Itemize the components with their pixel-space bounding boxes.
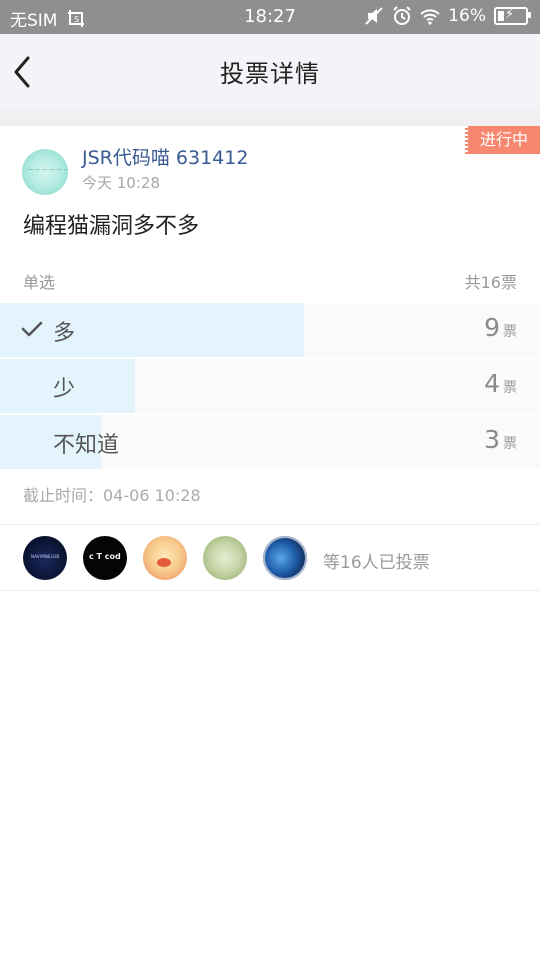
status-bar-right: 16% ⚡ [364,6,531,26]
option-label: 多 [53,321,76,346]
voter-avatar[interactable] [203,536,247,580]
avatar-art: ~~~~~~ [27,165,68,174]
author-avatar[interactable]: ~~~~~~ [22,149,68,195]
battery-percent: 16% [448,6,486,26]
voter-avatar[interactable] [263,536,307,580]
option-count-unit: 票 [503,380,517,396]
option-progress-fill [0,303,304,357]
voter-avatar[interactable]: c T cod [83,536,127,580]
author-name[interactable]: JSR代码喵 631412 [82,143,248,170]
status-bar: 无SIM S 18:27 16% ⚡ [0,0,540,34]
voters-summary: 等16人已投票 [323,553,430,573]
alarm-icon [393,6,411,25]
check-icon [21,321,43,337]
option-count-unit: 票 [503,324,517,340]
battery-charging-icon: ⚡ [494,7,531,25]
mute-icon [365,7,383,25]
vote-option[interactable]: 不知道 3票 [0,415,540,469]
post-time: 今天 10:28 [82,174,160,192]
section-gap [0,110,540,126]
option-count: 4票 [484,369,517,398]
voter-avatar[interactable]: NAVIMNELOB [23,536,67,580]
divider [0,590,540,591]
option-count: 3票 [484,425,517,454]
vote-card: 进行中 ~~~~~~ JSR代码喵 631412 今天 10:28 编程猫漏洞多… [0,126,540,526]
vote-total: 共16票 [464,273,517,292]
voters-row[interactable]: NAVIMNELOB c T cod 等16人已投票 [0,525,540,590]
vote-option[interactable]: 多 9票 [0,303,540,357]
deadline: 截止时间：04-06 10:28 [23,486,201,505]
option-label: 不知道 [53,433,120,458]
option-count-number: 4 [484,369,500,398]
page-title: 投票详情 [220,60,320,88]
vote-options: 多 9票 少 4票 不知道 3票 [0,303,540,471]
option-count: 9票 [484,313,517,342]
vote-type-label: 单选 [23,273,56,292]
option-count-number: 3 [484,425,500,454]
vote-option[interactable]: 少 4票 [0,359,540,413]
vote-question: 编程猫漏洞多不多 [23,214,200,239]
nav-bar: 投票详情 [0,34,540,110]
option-count-unit: 票 [503,436,517,452]
voter-avatar[interactable] [143,536,187,580]
option-count-number: 9 [484,313,500,342]
option-label: 少 [53,377,76,402]
wifi-icon [420,9,440,25]
status-badge: 进行中 [465,126,540,154]
